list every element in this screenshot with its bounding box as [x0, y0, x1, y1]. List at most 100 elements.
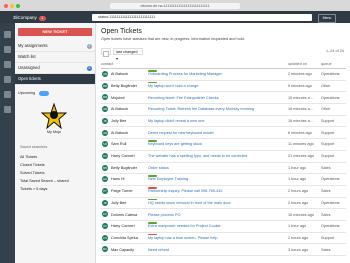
table-row[interactable]: CS Conchita Spirka My laptop has a blue sc…: [101, 233, 346, 245]
contact-name[interactable]: Max Capacity: [111, 248, 146, 252]
home-icon[interactable]: [4, 31, 11, 38]
contact-name[interactable]: Harry Convert: [111, 154, 146, 158]
sort-dropdown[interactable]: last changed ▾: [113, 48, 143, 61]
ticket-subject[interactable]: Need refund: [148, 248, 278, 252]
new-ticket-button[interactable]: NEW TICKET: [18, 28, 92, 36]
contact-name[interactable]: Al Babock: [111, 72, 146, 76]
ticket-subject[interactable]: Demo request for new keyboard model: [148, 131, 278, 135]
queue-name: Sales: [321, 189, 331, 194]
updated-time: 16 minutes ago: [288, 212, 314, 217]
saved-search-item[interactable]: Solved Tickets: [20, 169, 92, 177]
brand[interactable]: 3liCompany 1: [13, 15, 46, 21]
table-row[interactable]: MC Max Capacity Need refund 3 hours ago Sale…: [101, 244, 346, 256]
contact-name[interactable]: Harry Convert: [111, 224, 146, 228]
table-row[interactable]: MB Mojobot Recurring ticket: Fire Extingui…: [101, 92, 346, 105]
sidebar-item-open-tickets[interactable]: Open tickets: [15, 74, 95, 85]
top-bar: 3liCompany 1 status:111111111111111111111…: [0, 11, 350, 23]
page-subtitle: Open tickets have statuses that are new,…: [101, 37, 245, 41]
contact-name[interactable]: Jolly Bee: [111, 119, 146, 123]
close-window-icon[interactable]: [4, 3, 8, 8]
queue-name: Support: [321, 130, 335, 135]
sidebar: NEW TICKET My assignments 1 Watch list U…: [15, 23, 96, 263]
ticket-subject[interactable]: Order status: [148, 166, 278, 170]
header-contact[interactable]: contact: [101, 62, 113, 66]
contact-name[interactable]: Al Babock: [111, 107, 146, 111]
contact-name[interactable]: Al Babock: [111, 131, 146, 135]
saved-search-item[interactable]: Closed Tickets: [20, 161, 92, 169]
contact-name[interactable]: Sam Rull: [111, 142, 146, 146]
updated-time: 21 minutes ago: [288, 154, 314, 159]
table-row[interactable]: HC Harry Convert The website has a spellin…: [101, 151, 346, 163]
ticket-subject[interactable]: My laptop didn't reveal a new one: [148, 119, 278, 123]
ticket-subject[interactable]: Recurring ticket: Fire Extinguisher Chec…: [148, 96, 278, 100]
checkbox-icon: [103, 50, 109, 57]
saved-search-item[interactable]: All Tickets: [20, 153, 92, 161]
brand-badge: 1: [38, 15, 46, 21]
contact-name[interactable]: Mojobot: [111, 96, 146, 100]
table-row[interactable]: JB Jolly Bee HQ needs snow removal in fron…: [101, 198, 346, 210]
avatar: AB: [102, 71, 108, 78]
queue-name: Operations: [321, 95, 340, 100]
reports-icon[interactable]: [4, 76, 11, 83]
ticket-subject[interactable]: Extra manpower needed for Project Cookie: [148, 224, 278, 228]
ticket-subject[interactable]: My laptop has a blue screen. Please help: [148, 236, 278, 240]
contact-name[interactable]: Hans Hi: [111, 177, 146, 181]
ticket-subject[interactable]: HQ needs snow removal in front of the ma…: [148, 201, 278, 205]
table-row[interactable]: AB Al Babock Onboarding Process for Market…: [101, 69, 346, 81]
avatar: JB: [102, 199, 108, 206]
contact-name[interactable]: Jolly Bee: [111, 201, 146, 205]
table-row[interactable]: BB Betty Bugfinder My laptop won't hold a …: [101, 81, 346, 93]
search-input[interactable]: status:1111111111111111111111111: [92, 13, 312, 21]
contact-name[interactable]: Paige Turner: [111, 189, 146, 193]
table-row[interactable]: BB Betty Bugfinder Order status 1 hour ago S…: [101, 163, 346, 175]
ticket-subject[interactable]: Please process PO: [148, 213, 278, 217]
sidebar-item-unassigned[interactable]: Unassigned 6: [15, 63, 95, 74]
sidebar-item-watch-list[interactable]: Watch list: [15, 52, 95, 63]
table-row[interactable]: PT Paige Turner Partnership inquiry. Pleas…: [101, 186, 346, 198]
avatar: HC: [102, 223, 108, 230]
header-updated[interactable]: updated on: [288, 62, 307, 66]
ticket-subject[interactable]: Recurring Ticket: Refresh the Database e…: [148, 107, 278, 111]
ticket-subject[interactable]: Onboarding Process for Marketing Manager: [148, 72, 278, 76]
ticket-subject[interactable]: New Employee Training: [148, 177, 278, 181]
ticket-subject[interactable]: Partnership inquiry. Please call 098-765…: [148, 189, 278, 193]
contacts-icon[interactable]: [4, 61, 11, 68]
ticket-count: 1–24 of 24: [326, 49, 344, 53]
address-bar[interactable]: ottomo.de.na.1111111111111111111111111: [110, 2, 240, 9]
contact-name[interactable]: Dolores Catesa: [111, 213, 146, 217]
updated-time: 11 minutes ago: [288, 142, 314, 147]
table-row[interactable]: AB Al Babock Demo request for new keyboard…: [101, 127, 346, 140]
contact-name[interactable]: Conchita Spirka: [111, 236, 146, 240]
table-row[interactable]: HC Harry Convert Extra manpower needed for…: [101, 221, 346, 233]
ticket-subject[interactable]: Keyboard keys are getting stuck: [148, 142, 278, 146]
sidebar-item-my-assignments[interactable]: My assignments 1: [15, 41, 95, 52]
header-queue[interactable]: queue: [321, 62, 332, 66]
bulk-select-button[interactable]: [101, 48, 111, 57]
contact-name[interactable]: Betty Bugfinder: [111, 84, 146, 88]
upcoming-toggle[interactable]: Upcoming: [18, 90, 92, 97]
contact-name[interactable]: Betty Bugfinder: [111, 166, 146, 170]
toggle-switch[interactable]: [39, 90, 50, 96]
table-row[interactable]: DC Dolores Catesa Please process PO 16 minu…: [101, 209, 346, 221]
table-row[interactable]: AB Al Babock Recurring Ticket: Refresh the…: [101, 104, 346, 116]
queue-name: Support: [321, 119, 335, 124]
table-row[interactable]: JB Jolly Bee My laptop didn't reveal a new…: [101, 116, 346, 128]
ticket-subject[interactable]: The website has a spelling typo, and nee…: [148, 154, 278, 158]
ticket-toolbar: last changed ▾ 1–24 of 24: [101, 48, 346, 61]
minimize-window-icon[interactable]: [10, 3, 14, 8]
settings-icon[interactable]: [4, 91, 11, 98]
help-icon[interactable]: [4, 106, 11, 113]
ticket-subject[interactable]: My laptop won't hold a charge: [148, 84, 278, 88]
table-row[interactable]: HH Hans Hi New Employee Training 1 hour ago…: [101, 174, 346, 186]
updated-time: 16 minutes a...: [288, 119, 313, 124]
updated-time: 2 minutes ago: [288, 72, 312, 77]
maximize-window-icon[interactable]: [16, 3, 20, 8]
sort-label: last changed: [116, 50, 138, 54]
tickets-icon[interactable]: [4, 46, 11, 53]
updated-time: 1 hour ago: [288, 224, 307, 229]
updated-time: 5 minutes ago: [288, 83, 312, 88]
table-row[interactable]: SR Sam Rull Keyboard keys are getting stuc…: [101, 139, 346, 151]
menu-button[interactable]: Menu: [318, 13, 336, 23]
saved-search-item[interactable]: Total Saved Search – shared: [20, 177, 92, 185]
saved-search-item[interactable]: Tickets > 5 days: [20, 185, 92, 193]
